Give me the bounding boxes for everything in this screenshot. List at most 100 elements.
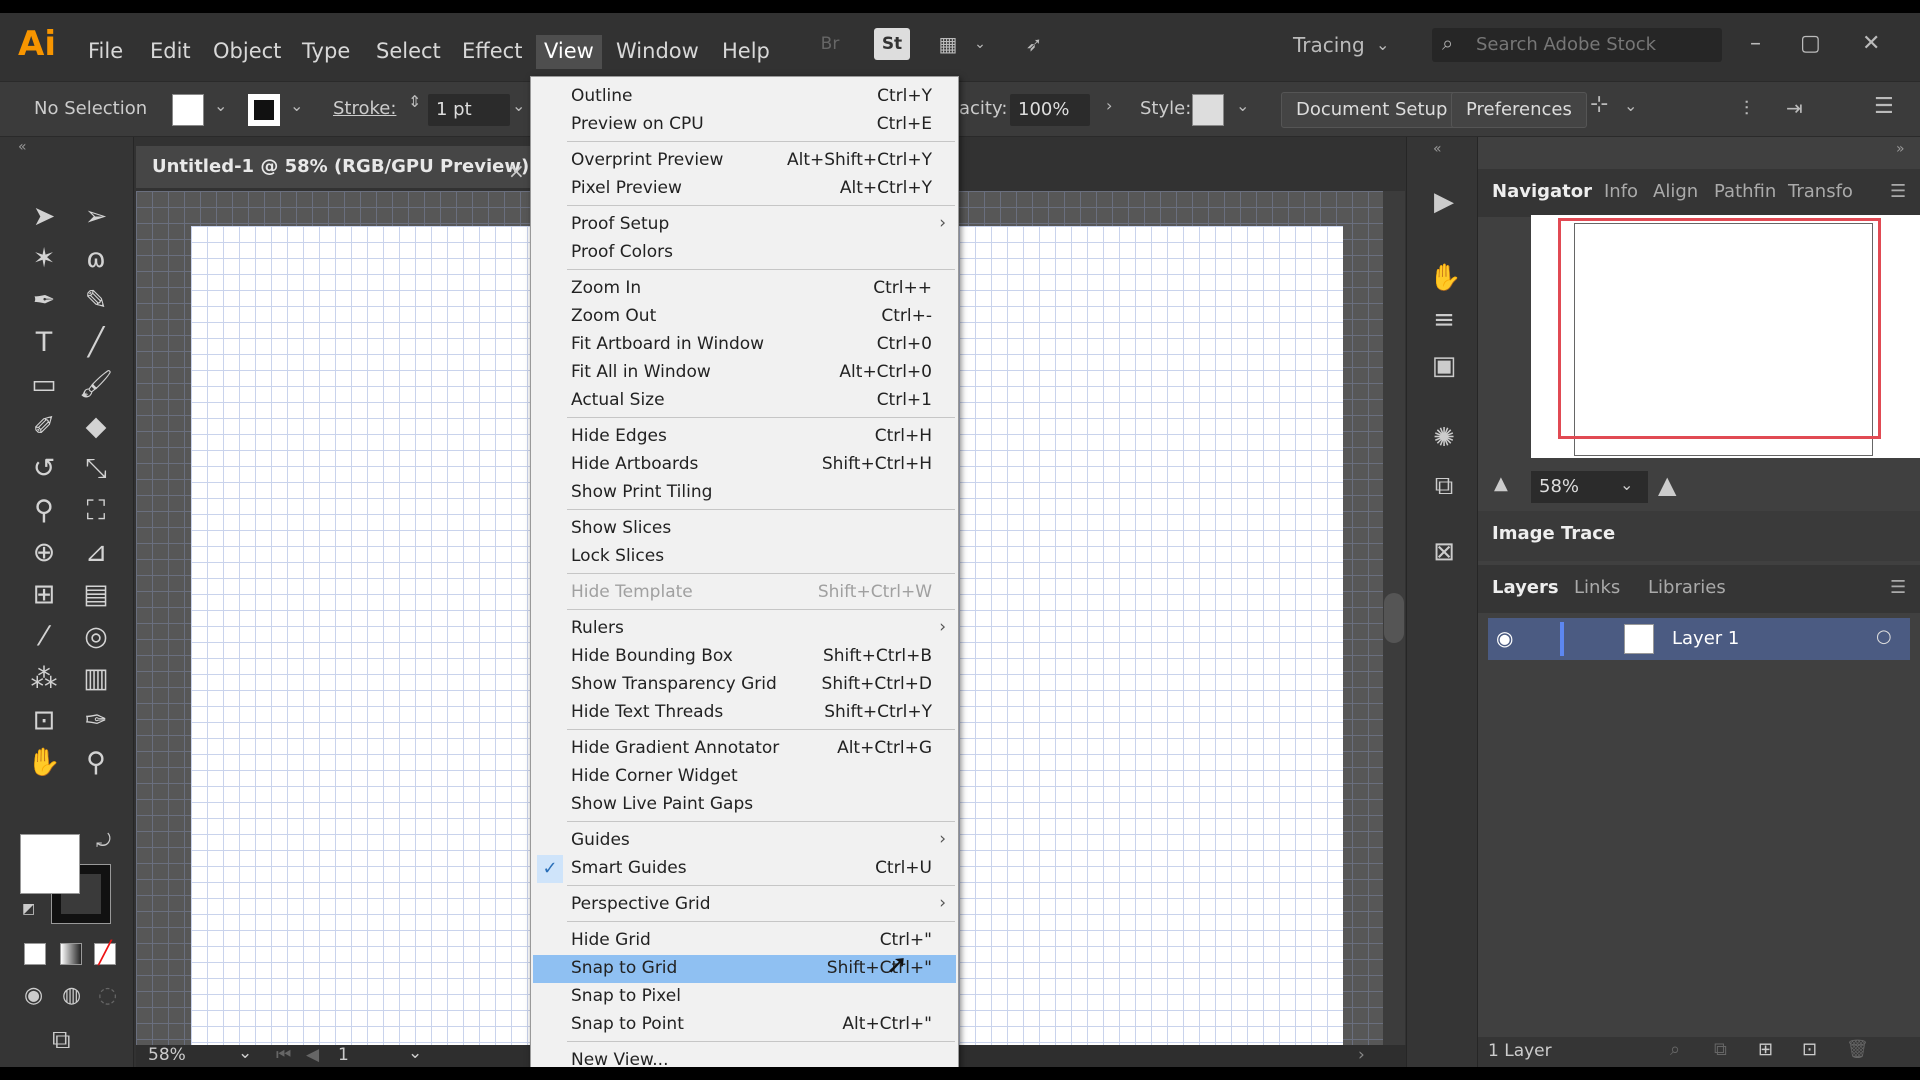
transform-icon[interactable]: ⊹ — [1590, 92, 1608, 117]
selection-tool-icon[interactable]: ➤ — [22, 199, 66, 235]
close-icon[interactable]: ✕ — [1862, 31, 1880, 56]
chevron-down-icon[interactable]: ⌄ — [962, 28, 998, 60]
view-menu-item-pixel-preview[interactable]: Pixel Preview Alt+Ctrl+Y — [533, 175, 956, 203]
shape-builder-tool-icon[interactable]: ⊕ — [22, 535, 66, 571]
view-menu-item-hide-artboards[interactable]: Hide Artboards Shift+Ctrl+H — [533, 451, 956, 479]
default-colors-icon[interactable]: ◩ — [22, 901, 35, 917]
color-mode-icon[interactable] — [24, 943, 46, 965]
view-menu-item-show-transparency-grid[interactable]: Show Transparency Grid Shift+Ctrl+D — [533, 671, 956, 699]
menu-select[interactable]: Select — [368, 35, 449, 69]
collapse-icon[interactable]: « — [18, 139, 27, 155]
bridge-button[interactable]: Br — [812, 28, 848, 60]
panel-menu-icon[interactable]: ☰ — [1874, 94, 1894, 119]
zoom-in-icon[interactable]: ▲ — [1658, 471, 1676, 499]
panel-menu-icon[interactable]: ☰ — [1890, 577, 1906, 598]
rectangle-tool-icon[interactable]: ▭ — [22, 367, 66, 403]
collapse-icon[interactable]: « — [1433, 141, 1442, 157]
chevron-down-icon[interactable]: ⌄ — [238, 1043, 252, 1063]
artboard-number-field[interactable]: 1 — [338, 1045, 349, 1065]
zoom-out-icon[interactable]: ▲ — [1494, 473, 1508, 494]
view-menu-item-fit-artboard-in-window[interactable]: Fit Artboard in Window Ctrl+0 — [533, 331, 956, 359]
stock-button[interactable]: St — [874, 28, 910, 60]
view-menu-item-outline[interactable]: Outline Ctrl+Y — [533, 83, 956, 111]
document-tab[interactable]: Untitled-1 @ 58% (RGB/GPU Preview) — [136, 146, 530, 188]
eraser-tool-icon[interactable]: ◆ — [74, 409, 118, 445]
minimize-icon[interactable]: – — [1750, 31, 1761, 56]
view-menu-item-actual-size[interactable]: Actual Size Ctrl+1 — [533, 387, 956, 415]
menu-edit[interactable]: Edit — [142, 35, 199, 69]
pen-tool-icon[interactable]: ✒ — [22, 283, 66, 319]
view-menu-item-hide-corner-widget[interactable]: Hide Corner Widget — [533, 763, 956, 791]
menu-object[interactable]: Object — [205, 35, 289, 69]
symbol-sprayer-tool-icon[interactable]: ⁂ — [22, 661, 66, 697]
view-menu-item-fit-all-in-window[interactable]: Fit All in Window Alt+Ctrl+0 — [533, 359, 956, 387]
magic-wand-tool-icon[interactable]: ✶ — [22, 241, 66, 277]
target-icon[interactable]: ○ — [1876, 626, 1892, 647]
menu-window[interactable]: Window — [608, 35, 707, 69]
maximize-icon[interactable]: ▢ — [1800, 31, 1821, 56]
new-layer-icon[interactable]: ⊡ — [1802, 1039, 1817, 1060]
trash-icon[interactable]: 🗑 — [1846, 1039, 1869, 1060]
lasso-tool-icon[interactable]: ɷ — [74, 241, 118, 277]
view-menu-item-smart-guides[interactable]: ✓ Smart Guides Ctrl+U — [533, 855, 956, 883]
scrollbar-thumb[interactable] — [1384, 593, 1404, 643]
scale-tool-icon[interactable]: ⤡ — [74, 451, 118, 487]
search-stock-input[interactable]: Search Adobe Stock — [1432, 28, 1722, 62]
shaper-tool-icon[interactable]: ✐ — [22, 409, 66, 445]
appearance-panel-icon[interactable]: ✺ — [1429, 423, 1459, 453]
tab-layers[interactable]: Layers — [1492, 577, 1559, 598]
view-menu-item-show-slices[interactable]: Show Slices — [533, 515, 956, 543]
artboard-tool-icon[interactable]: ⊡ — [22, 703, 66, 739]
view-menu-item-new-view[interactable]: New View... — [533, 1047, 956, 1067]
preferences-button[interactable]: Preferences — [1451, 92, 1587, 128]
direct-selection-tool-icon[interactable]: ➢ — [74, 199, 118, 235]
type-tool-icon[interactable]: T — [22, 325, 66, 361]
curvature-tool-icon[interactable]: ✎ — [74, 283, 118, 319]
export-panel-icon[interactable]: ⧉ — [1429, 471, 1459, 501]
blend-tool-icon[interactable]: ◎ — [74, 619, 118, 655]
chevron-down-icon[interactable]: ⌄ — [1376, 35, 1389, 54]
tab-navigator[interactable]: Navigator — [1492, 181, 1592, 202]
stepper-icon[interactable]: ⇕ — [408, 92, 421, 111]
draw-behind-icon[interactable]: ◍ — [62, 983, 81, 1008]
fill-color-box[interactable] — [20, 834, 80, 894]
gradient-panel-icon[interactable]: ▣ — [1429, 351, 1459, 381]
stroke-panel-icon[interactable]: ≡ — [1429, 305, 1459, 335]
view-menu-item-proof-colors[interactable]: Proof Colors — [533, 239, 956, 267]
stroke-weight-field[interactable]: 1 pt — [428, 94, 510, 126]
opacity-field[interactable]: 100% — [1010, 94, 1090, 126]
locate-object-icon[interactable]: ⌕ — [1670, 1039, 1680, 1060]
chevron-right-icon[interactable]: › — [1358, 1045, 1365, 1065]
align-icon[interactable]: ⫶ — [1744, 96, 1749, 120]
view-menu-item-guides[interactable]: Guides › — [533, 827, 956, 855]
view-menu-item-snap-to-pixel[interactable]: Snap to Pixel — [533, 983, 956, 1011]
chevron-down-icon[interactable]: ⌄ — [290, 96, 303, 115]
view-menu-item-preview-on-cpu[interactable]: Preview on CPU Ctrl+E — [533, 111, 956, 139]
none-mode-icon[interactable]: ╱ — [94, 943, 116, 965]
chevron-right-icon[interactable]: › — [1106, 96, 1112, 115]
opacity-label[interactable]: acity: — [959, 98, 1007, 119]
previous-artboard-icon[interactable]: ◀ — [306, 1045, 319, 1065]
menu-file[interactable]: File — [80, 35, 131, 69]
stroke-label[interactable]: Stroke: — [333, 98, 396, 119]
tab-align[interactable]: Align — [1653, 181, 1698, 202]
draw-inside-icon[interactable]: ◌ — [98, 983, 117, 1008]
warp-tool-icon[interactable]: ⚲ — [22, 493, 66, 529]
view-menu-item-lock-slices[interactable]: Lock Slices — [533, 543, 956, 571]
menu-help[interactable]: Help — [714, 35, 778, 69]
tab-image-trace[interactable]: Image Trace — [1492, 523, 1615, 544]
view-menu-item-zoom-out[interactable]: Zoom Out Ctrl+- — [533, 303, 956, 331]
fill-swatch[interactable] — [172, 94, 204, 126]
puppet-warp-icon[interactable]: ✋ — [1429, 263, 1461, 293]
draw-normal-icon[interactable]: ◉ — [24, 983, 43, 1008]
slice-tool-icon[interactable]: ✑ — [74, 703, 118, 739]
screen-mode-icon[interactable]: ⧉ — [52, 1025, 71, 1056]
actions-play-icon[interactable]: ▶ — [1429, 187, 1459, 217]
column-graph-tool-icon[interactable]: ▥ — [74, 661, 118, 697]
tab-pathfinder[interactable]: Pathfin — [1714, 181, 1776, 202]
workspace-switcher[interactable]: Tracing — [1293, 33, 1365, 57]
paintbrush-tool-icon[interactable]: 🖌 — [74, 367, 118, 403]
layer-name[interactable]: Layer 1 — [1672, 628, 1739, 649]
view-menu-item-hide-gradient-annotator[interactable]: Hide Gradient Annotator Alt+Ctrl+G — [533, 735, 956, 763]
gradient-mode-icon[interactable] — [60, 943, 82, 965]
